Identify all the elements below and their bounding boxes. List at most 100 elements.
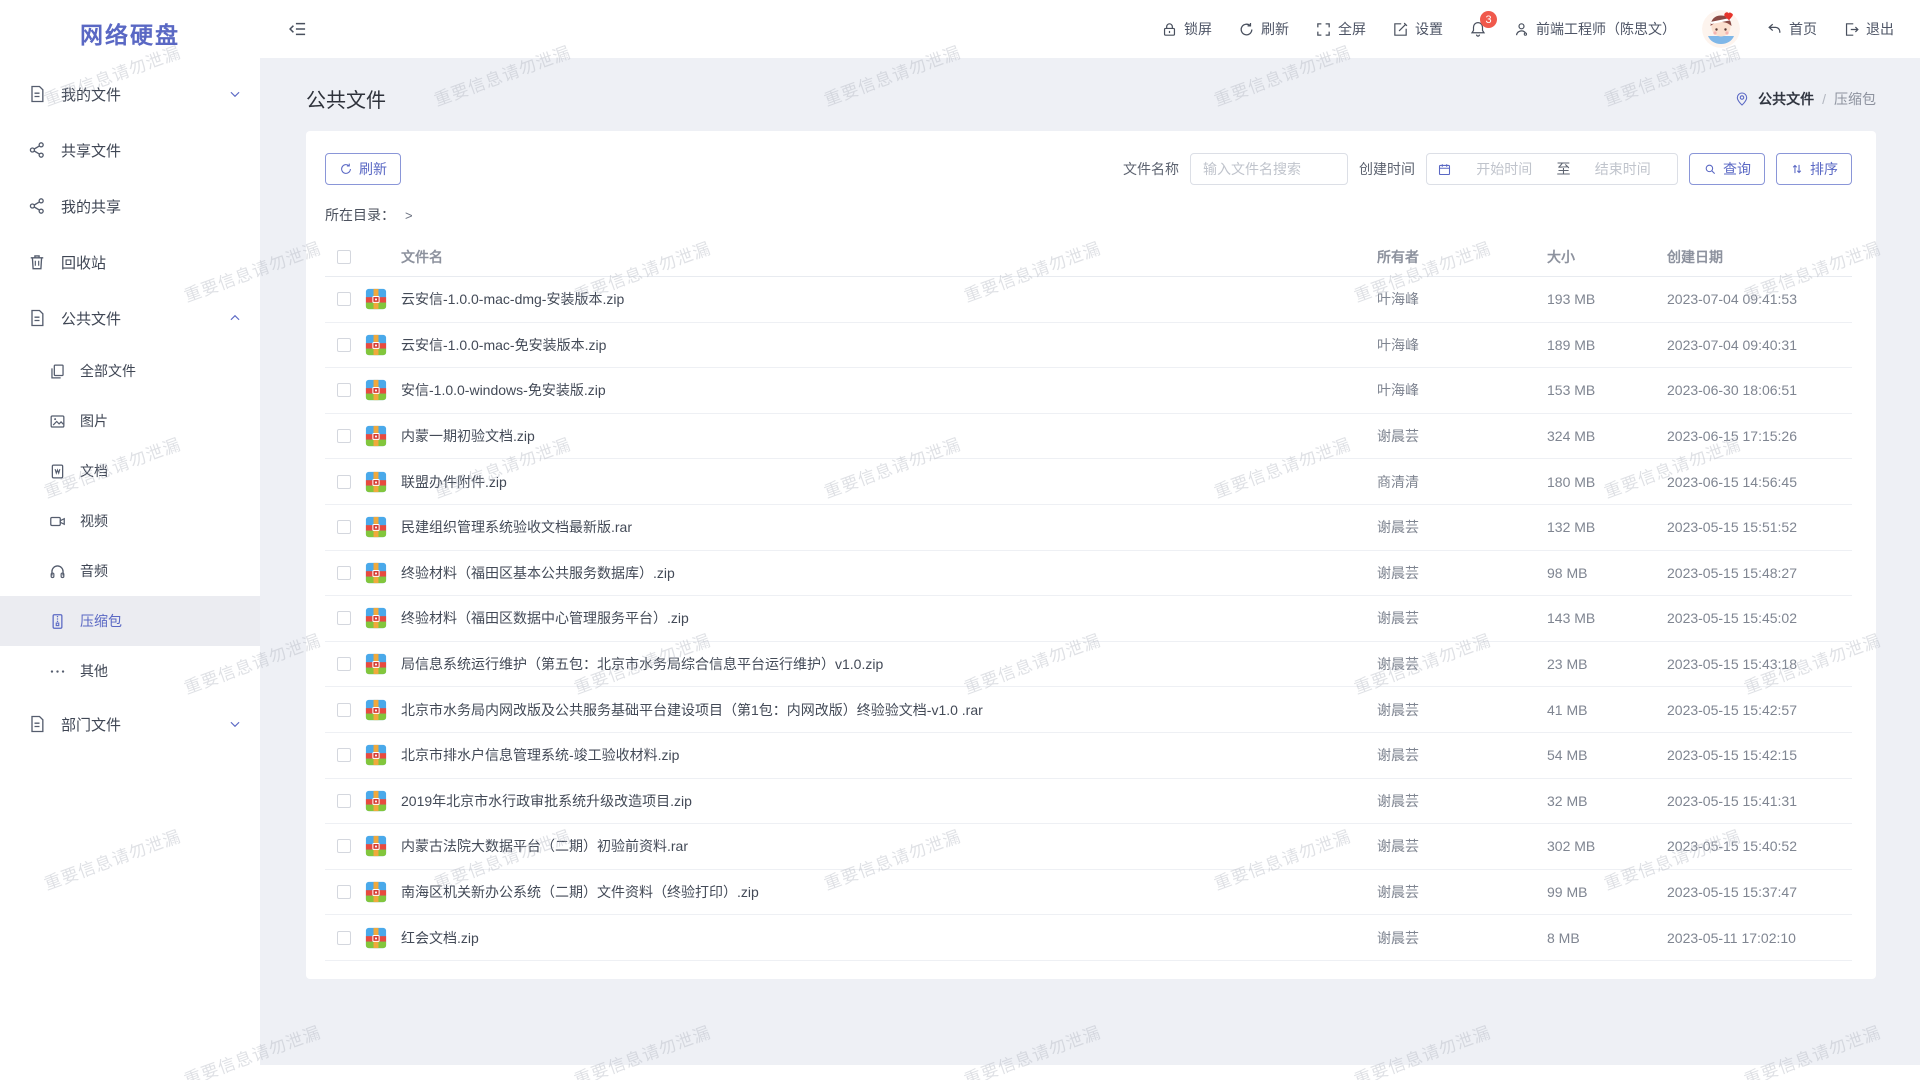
sidebar-item-images[interactable]: 图片 bbox=[0, 396, 260, 446]
collapse-sidebar-icon[interactable] bbox=[288, 19, 308, 39]
sidebar-item-label: 音频 bbox=[80, 561, 108, 581]
table-row[interactable]: 安信-1.0.0-windows-免安装版.zip 叶海峰 153 MB 202… bbox=[325, 368, 1852, 414]
date-range-picker[interactable]: 开始时间 至 结束时间 bbox=[1426, 153, 1678, 185]
archive-file-icon bbox=[365, 425, 387, 447]
row-checkbox[interactable] bbox=[337, 338, 351, 352]
file-name[interactable]: 2019年北京市水行政审批系统升级改造项目.zip bbox=[401, 791, 1377, 811]
file-name[interactable]: 局信息系统运行维护（第五包：北京市水务局综合信息平台运行维护）v1.0.zip bbox=[401, 654, 1377, 674]
file-name[interactable]: 民建组织管理系统验收文档最新版.rar bbox=[401, 517, 1377, 537]
row-checkbox[interactable] bbox=[337, 429, 351, 443]
select-all-checkbox[interactable] bbox=[337, 250, 351, 264]
document-file-icon bbox=[48, 462, 67, 481]
table-row[interactable]: 北京市排水户信息管理系统-竣工验收材料.zip 谢晨芸 54 MB 2023-0… bbox=[325, 733, 1852, 779]
file-name[interactable]: 南海区机关新办公系统（二期）文件资料（终验打印）.zip bbox=[401, 882, 1377, 902]
file-size: 143 MB bbox=[1547, 610, 1667, 626]
row-checkbox[interactable] bbox=[337, 748, 351, 762]
bottom-scroll-strip[interactable] bbox=[260, 1065, 1920, 1080]
app-root: 网络硬盘 我的文件 共享文件 我的共享 回收站 公共文件 全部文件 bbox=[0, 0, 1920, 1080]
table-row[interactable]: 云安信-1.0.0-mac-免安装版本.zip 叶海峰 189 MB 2023-… bbox=[325, 323, 1852, 369]
sidebar-item-docs[interactable]: 文档 bbox=[0, 446, 260, 496]
sidebar-item-label: 全部文件 bbox=[80, 361, 136, 381]
row-checkbox[interactable] bbox=[337, 475, 351, 489]
file-name[interactable]: 安信-1.0.0-windows-免安装版.zip bbox=[401, 380, 1377, 400]
sort-label: 排序 bbox=[1810, 159, 1838, 179]
sidebar-item-archives[interactable]: 压缩包 bbox=[0, 596, 260, 646]
file-name[interactable]: 云安信-1.0.0-mac-dmg-安装版本.zip bbox=[401, 289, 1377, 309]
sidebar-item-public-files[interactable]: 公共文件 bbox=[0, 290, 260, 346]
settings-icon bbox=[1392, 21, 1409, 38]
table-row[interactable]: 北京市水务局内网改版及公共服务基础平台建设项目（第1包：内网改版）终验验文档-v… bbox=[325, 687, 1852, 733]
lock-icon bbox=[1161, 21, 1178, 38]
notifications-button[interactable]: 3 bbox=[1469, 20, 1487, 38]
file-name[interactable]: 终验材料（福田区基本公共服务数据库）.zip bbox=[401, 563, 1377, 583]
table-row[interactable]: 内蒙古法院大数据平台（二期）初验前资料.rar 谢晨芸 302 MB 2023-… bbox=[325, 824, 1852, 870]
directory-row: 所在目录： > bbox=[325, 205, 1852, 225]
row-checkbox[interactable] bbox=[337, 794, 351, 808]
table-row[interactable]: 终验材料（福田区基本公共服务数据库）.zip 谢晨芸 98 MB 2023-05… bbox=[325, 551, 1852, 597]
table-row[interactable]: 民建组织管理系统验收文档最新版.rar 谢晨芸 132 MB 2023-05-1… bbox=[325, 505, 1852, 551]
sidebar-item-dept-files[interactable]: 部门文件 bbox=[0, 696, 260, 752]
row-checkbox[interactable] bbox=[337, 292, 351, 306]
file-name[interactable]: 云安信-1.0.0-mac-免安装版本.zip bbox=[401, 335, 1377, 355]
table-row[interactable]: 联盟办件附件.zip 商清清 180 MB 2023-06-15 14:56:4… bbox=[325, 459, 1852, 505]
file-table-header: 文件名 所有者 大小 创建日期 bbox=[325, 237, 1852, 277]
table-row[interactable]: 终验材料（福田区数据中心管理服务平台）.zip 谢晨芸 143 MB 2023-… bbox=[325, 596, 1852, 642]
sidebar-item-recycle-bin[interactable]: 回收站 bbox=[0, 234, 260, 290]
row-checkbox[interactable] bbox=[337, 566, 351, 580]
archive-file-icon bbox=[365, 334, 387, 356]
sidebar-item-label: 我的共享 bbox=[61, 196, 121, 217]
sidebar-item-videos[interactable]: 视频 bbox=[0, 496, 260, 546]
row-checkbox[interactable] bbox=[337, 383, 351, 397]
user-menu[interactable]: 前端工程师（陈思文） bbox=[1513, 19, 1676, 39]
start-date-placeholder[interactable]: 开始时间 bbox=[1460, 159, 1549, 179]
fullscreen-button[interactable]: 全屏 bbox=[1315, 19, 1366, 39]
home-button[interactable]: 首页 bbox=[1766, 19, 1817, 39]
row-checkbox[interactable] bbox=[337, 839, 351, 853]
avatar[interactable] bbox=[1702, 10, 1740, 48]
refresh-list-button[interactable]: 刷新 bbox=[325, 153, 401, 185]
file-name[interactable]: 终验材料（福田区数据中心管理服务平台）.zip bbox=[401, 608, 1377, 628]
file-name[interactable]: 北京市水务局内网改版及公共服务基础平台建设项目（第1包：内网改版）终验验文档-v… bbox=[401, 700, 1377, 720]
file-name[interactable]: 北京市排水户信息管理系统-竣工验收材料.zip bbox=[401, 745, 1377, 765]
end-date-placeholder[interactable]: 结束时间 bbox=[1579, 159, 1668, 179]
file-name[interactable]: 内蒙一期初验文档.zip bbox=[401, 426, 1377, 446]
refresh-button[interactable]: 刷新 bbox=[1238, 19, 1289, 39]
directory-arrow: > bbox=[405, 208, 413, 223]
logout-button[interactable]: 退出 bbox=[1843, 19, 1894, 39]
sidebar-item-shared-files[interactable]: 共享文件 bbox=[0, 122, 260, 178]
row-checkbox[interactable] bbox=[337, 703, 351, 717]
table-row[interactable]: 云安信-1.0.0-mac-dmg-安装版本.zip 叶海峰 193 MB 20… bbox=[325, 277, 1852, 323]
sidebar-item-my-files[interactable]: 我的文件 bbox=[0, 66, 260, 122]
file-name[interactable]: 联盟办件附件.zip bbox=[401, 472, 1377, 492]
archive-file-icon bbox=[365, 379, 387, 401]
sidebar-item-all-files[interactable]: 全部文件 bbox=[0, 346, 260, 396]
row-checkbox[interactable] bbox=[337, 520, 351, 534]
settings-button[interactable]: 设置 bbox=[1392, 19, 1443, 39]
table-row[interactable]: 红会文档.zip 谢晨芸 8 MB 2023-05-11 17:02:10 bbox=[325, 915, 1852, 961]
table-row[interactable]: 2019年北京市水行政审批系统升级改造项目.zip 谢晨芸 32 MB 2023… bbox=[325, 779, 1852, 825]
archive-file-icon bbox=[365, 881, 387, 903]
lock-screen-button[interactable]: 锁屏 bbox=[1161, 19, 1212, 39]
settings-label: 设置 bbox=[1415, 19, 1443, 39]
table-row[interactable]: 局信息系统运行维护（第五包：北京市水务局综合信息平台运行维护）v1.0.zip … bbox=[325, 642, 1852, 688]
row-checkbox[interactable] bbox=[337, 611, 351, 625]
row-checkbox[interactable] bbox=[337, 885, 351, 899]
breadcrumb-root[interactable]: 公共文件 bbox=[1758, 89, 1814, 109]
user-name: 前端工程师（陈思文） bbox=[1536, 19, 1676, 39]
row-checkbox[interactable] bbox=[337, 931, 351, 945]
table-row[interactable]: 内蒙一期初验文档.zip 谢晨芸 324 MB 2023-06-15 17:15… bbox=[325, 414, 1852, 460]
sidebar-item-label: 共享文件 bbox=[61, 140, 121, 161]
table-row[interactable]: 南海区机关新办公系统（二期）文件资料（终验打印）.zip 谢晨芸 99 MB 2… bbox=[325, 870, 1852, 916]
sidebar-item-other[interactable]: 其他 bbox=[0, 646, 260, 696]
file-name[interactable]: 内蒙古法院大数据平台（二期）初验前资料.rar bbox=[401, 836, 1377, 856]
archive-file-icon bbox=[365, 790, 387, 812]
query-button[interactable]: 查询 bbox=[1689, 153, 1765, 185]
sidebar-item-my-shares[interactable]: 我的共享 bbox=[0, 178, 260, 234]
row-checkbox[interactable] bbox=[337, 657, 351, 671]
sort-button[interactable]: 排序 bbox=[1776, 153, 1852, 185]
filename-search-input[interactable] bbox=[1190, 153, 1348, 185]
sidebar-item-audio[interactable]: 音频 bbox=[0, 546, 260, 596]
file-date: 2023-05-15 15:48:27 bbox=[1667, 565, 1852, 581]
file-name[interactable]: 红会文档.zip bbox=[401, 928, 1377, 948]
calendar-icon bbox=[1437, 162, 1452, 177]
